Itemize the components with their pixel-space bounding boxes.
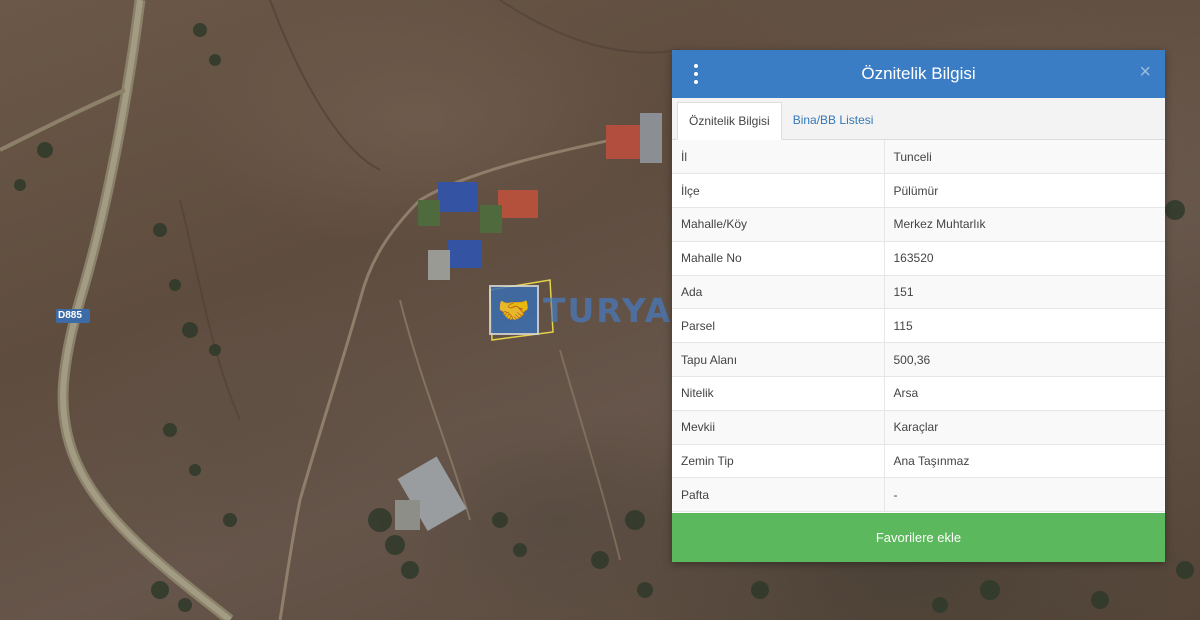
table-row: Pafta -: [672, 477, 1165, 513]
close-icon[interactable]: ×: [1139, 62, 1151, 82]
road-label: D885: [58, 310, 82, 321]
table-row: Parsel 115: [672, 308, 1165, 344]
attribute-value: 500,36: [884, 342, 1165, 378]
handshake-logo-icon: 🤝: [489, 285, 539, 335]
attribute-key: Mahalle/Köy: [672, 207, 885, 242]
attribute-value: Merkez Muhtarlık: [884, 207, 1165, 242]
attribute-value: 151: [884, 275, 1165, 310]
panel-title: Öznitelik Bilgisi: [861, 64, 976, 83]
add-to-favorites-button[interactable]: Favorilere ekle: [672, 513, 1165, 562]
tab-attribute-info[interactable]: Öznitelik Bilgisi: [677, 102, 782, 140]
kebab-menu-icon[interactable]: [690, 64, 702, 84]
table-row: Mahalle/Köy Merkez Muhtarlık: [672, 207, 1165, 242]
attribute-key: Zemin Tip: [672, 444, 885, 479]
table-row: Mevkii Karaçlar: [672, 410, 1165, 445]
panel-tabs: Öznitelik Bilgisi Bina/BB Listesi: [672, 98, 1165, 140]
attribute-key: İlçe: [672, 173, 885, 209]
attribute-key: Tapu Alanı: [672, 342, 885, 378]
tab-building-list[interactable]: Bina/BB Listesi: [782, 101, 885, 139]
attribute-value: 163520: [884, 241, 1165, 276]
attribute-value: 115: [884, 308, 1165, 344]
attribute-value: Tunceli: [884, 140, 1165, 175]
table-row: Ada 151: [672, 275, 1165, 310]
attribute-value: Arsa: [884, 376, 1165, 411]
attribute-key: Parsel: [672, 308, 885, 344]
table-row: Zemin Tip Ana Taşınmaz: [672, 444, 1165, 479]
attribute-key: Ada: [672, 275, 885, 310]
turyap-watermark: 🤝 TURYAP: [489, 285, 698, 335]
attribute-value: Ana Taşınmaz: [884, 444, 1165, 479]
table-row: Nitelik Arsa: [672, 376, 1165, 411]
table-row: İl Tunceli: [672, 140, 1165, 175]
attribute-key: İl: [672, 140, 885, 175]
attribute-value: Karaçlar: [884, 410, 1165, 445]
attribute-value: Pülümür: [884, 173, 1165, 209]
attribute-key: Mevkii: [672, 410, 885, 445]
table-row: Mahalle No 163520: [672, 241, 1165, 276]
attribute-key: Pafta: [672, 477, 885, 513]
table-row: İlçe Pülümür: [672, 173, 1165, 209]
attribute-key: Mahalle No: [672, 241, 885, 276]
attribute-table: İl Tunceli İlçe Pülümür Mahalle/Köy Merkez Mu…: [672, 140, 1165, 513]
panel-header: Öznitelik Bilgisi ×: [672, 50, 1165, 98]
attribute-info-panel: Öznitelik Bilgisi × Öznitelik Bilgisi Bi…: [672, 50, 1165, 562]
table-row: Tapu Alanı 500,36: [672, 342, 1165, 378]
attribute-value: -: [884, 477, 1165, 513]
attribute-key: Nitelik: [672, 376, 885, 411]
